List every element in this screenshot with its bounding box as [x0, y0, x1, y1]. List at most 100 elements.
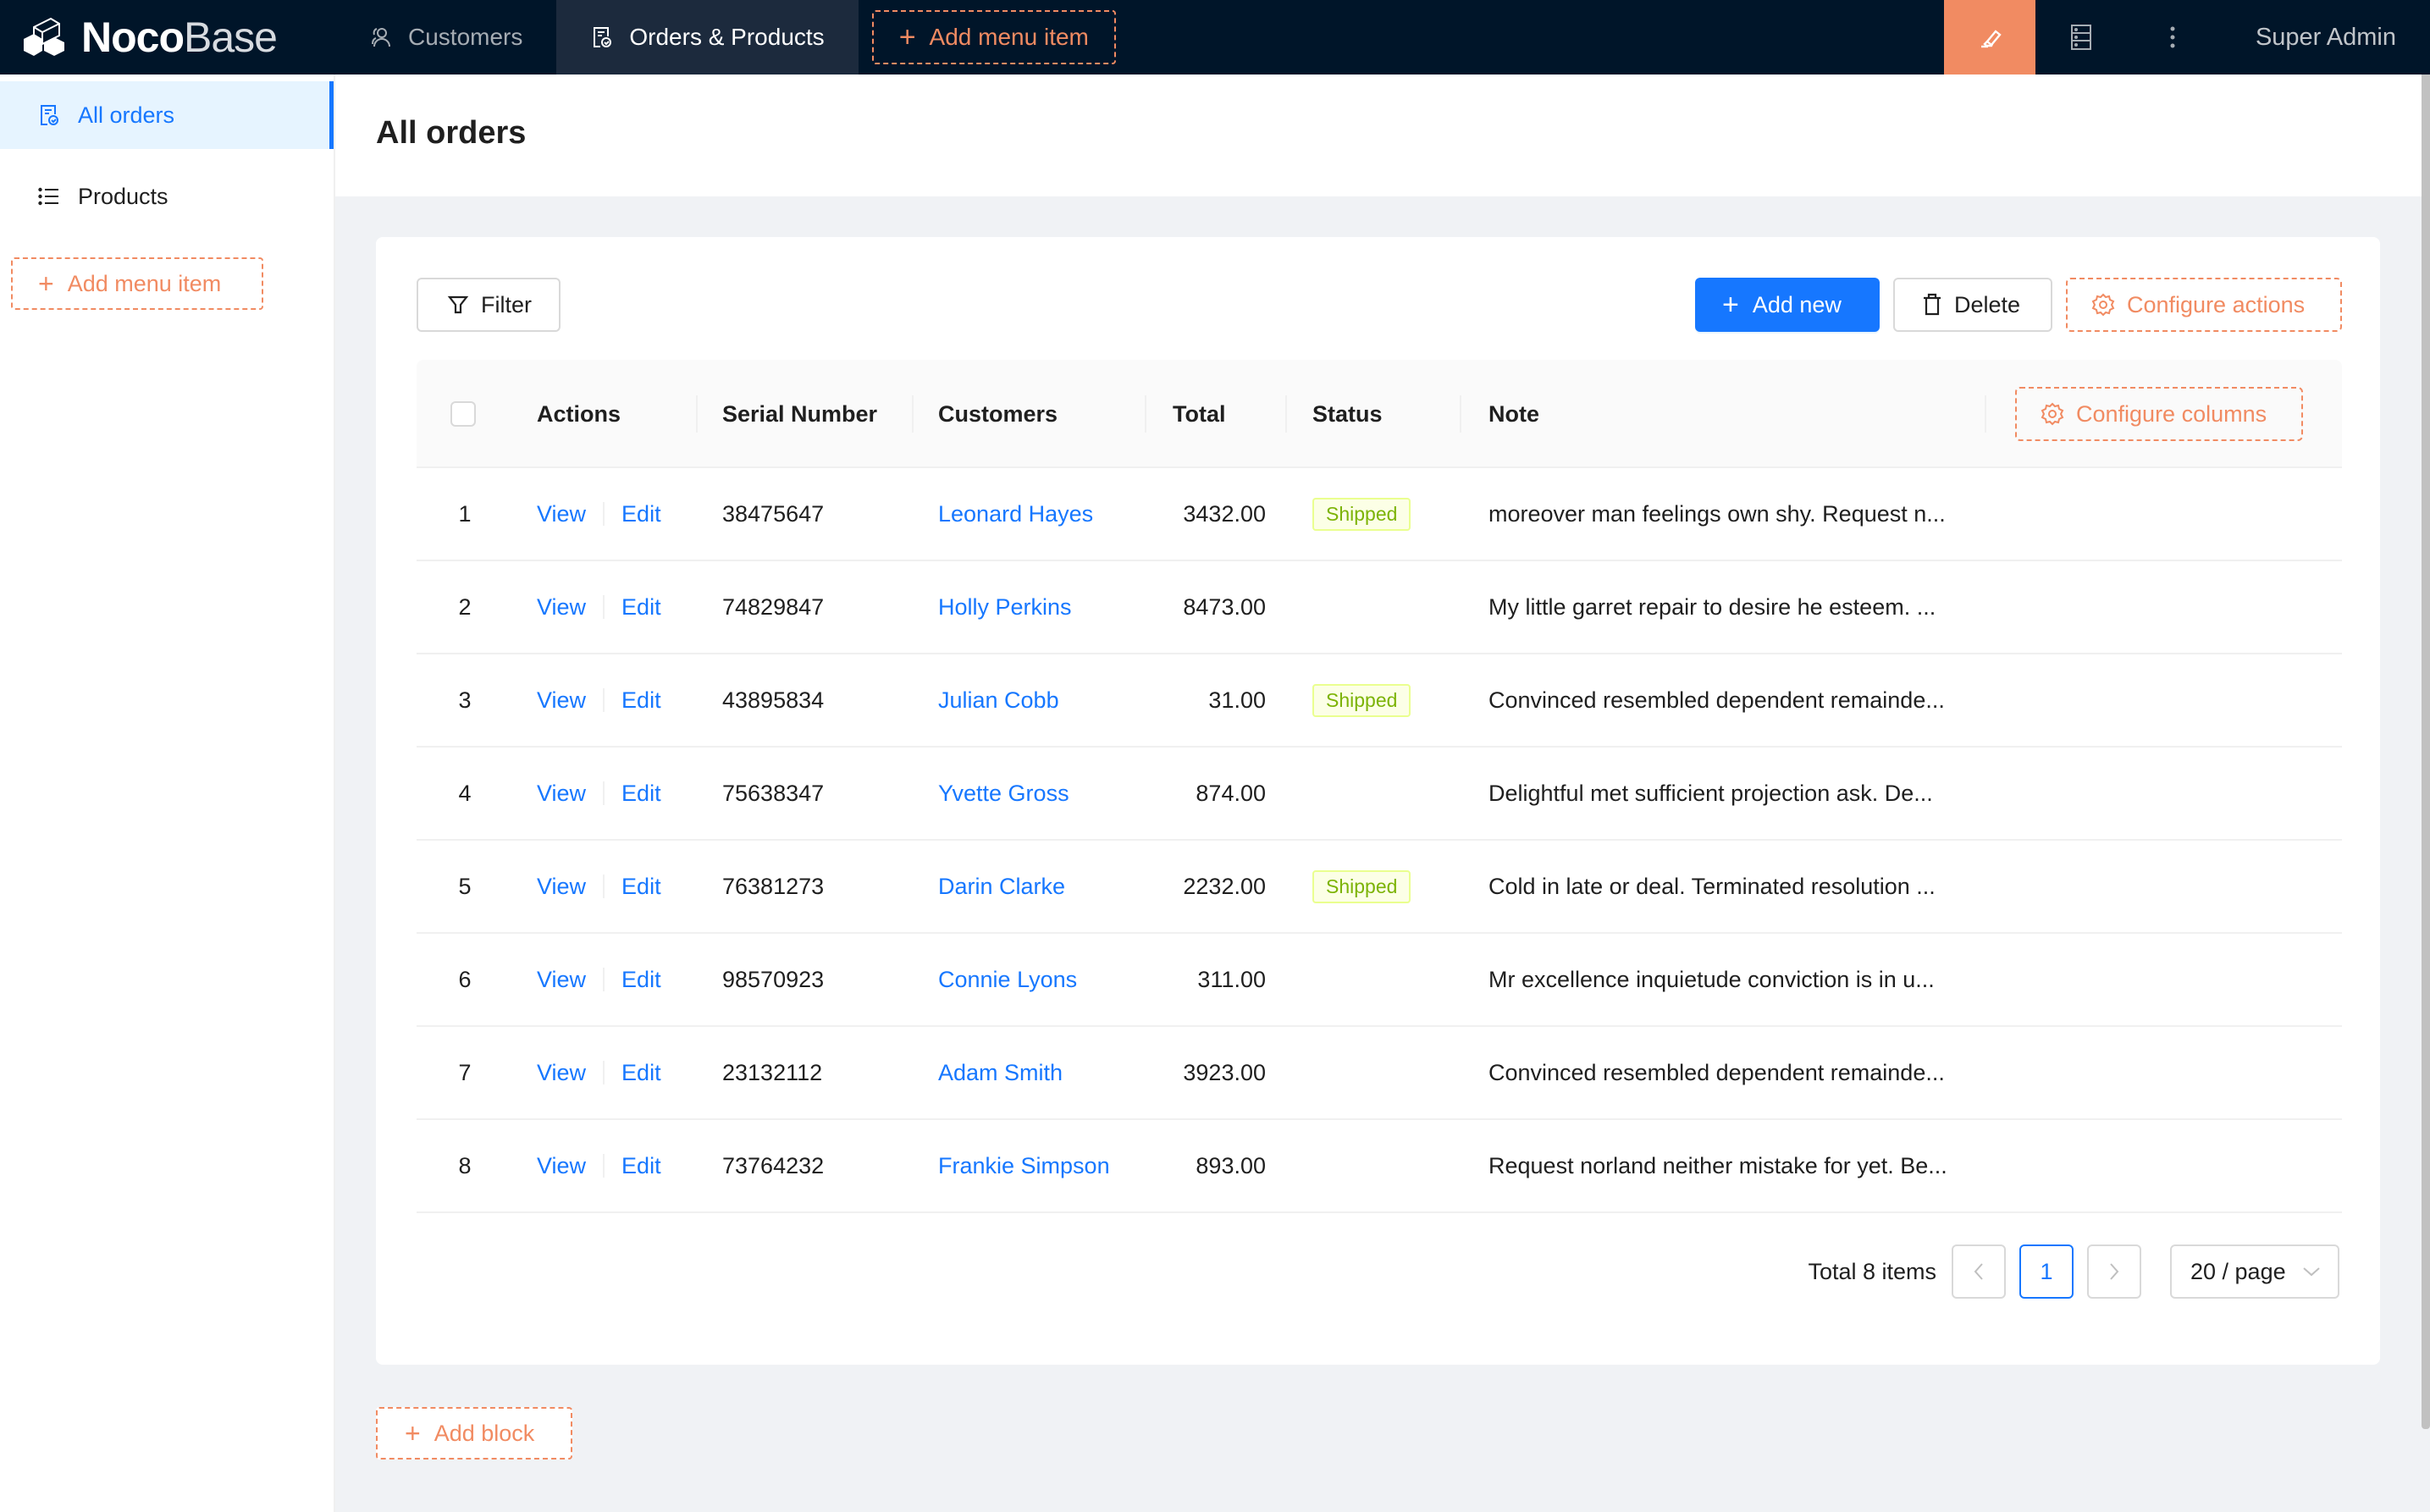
nocobase-logo-icon: [24, 17, 64, 56]
logo[interactable]: Noco Base: [0, 0, 349, 74]
edit-link[interactable]: Edit: [621, 594, 661, 621]
column-divider[interactable]: [1985, 395, 1986, 433]
table-row[interactable]: 5 View Edit 76381273 Darin Clarke 2232.00 Ship…: [417, 841, 2342, 934]
chevron-left-icon: [1974, 1263, 1983, 1280]
row-index[interactable]: 3: [452, 654, 478, 746]
view-link[interactable]: View: [537, 967, 586, 993]
customer-link[interactable]: Frankie Simpson: [938, 1153, 1110, 1179]
row-index[interactable]: 6: [452, 934, 478, 1025]
column-header-serial-number[interactable]: Serial Number: [722, 360, 877, 468]
row-index[interactable]: 8: [452, 1120, 478, 1211]
view-link[interactable]: View: [537, 874, 586, 900]
table-row[interactable]: 4 View Edit 75638347 Yvette Gross 874.00 Delig…: [417, 748, 2342, 841]
add-new-button[interactable]: + Add new: [1695, 278, 1880, 332]
table-row[interactable]: 7 View Edit 23132112 Adam Smith 3923.00 Convin…: [417, 1027, 2342, 1120]
action-divider: [603, 1154, 605, 1178]
delete-button[interactable]: Delete: [1893, 278, 2052, 332]
customer-link[interactable]: Darin Clarke: [938, 874, 1065, 900]
more-button[interactable]: [2127, 0, 2218, 74]
view-link[interactable]: View: [537, 501, 586, 527]
note-cell: Cold in late or deal. Terminated resolut…: [1488, 873, 1936, 899]
edit-link[interactable]: Edit: [621, 1060, 661, 1086]
table-row[interactable]: 8 View Edit 73764232 Frankie Simpson 893.00 Re…: [417, 1120, 2342, 1213]
row-index[interactable]: 1: [452, 468, 478, 560]
edit-link[interactable]: Edit: [621, 1153, 661, 1179]
row-index[interactable]: 4: [452, 748, 478, 839]
customer-link[interactable]: Leonard Hayes: [938, 501, 1093, 527]
edit-link[interactable]: Edit: [621, 687, 661, 714]
view-link[interactable]: View: [537, 687, 586, 714]
table-row[interactable]: 1 View Edit 38475647 Leonard Hayes 3432.00 Shi…: [417, 468, 2342, 561]
vertical-scrollbar[interactable]: [2422, 74, 2430, 1429]
header-right: Super Admin: [1943, 0, 2430, 74]
note-cell: Delightful met sufficient projection ask…: [1488, 780, 1933, 806]
note-cell: Convinced resembled dependent remainde..…: [1488, 687, 1945, 713]
customer-cell: Frankie Simpson: [938, 1120, 1110, 1211]
column-header-customers[interactable]: Customers: [938, 360, 1058, 468]
next-page-button[interactable]: [2087, 1244, 2141, 1299]
sidebar-item-all-orders[interactable]: All orders: [0, 81, 334, 149]
sidebar-item-label: All orders: [78, 102, 175, 128]
total-cell: 874.00: [1196, 780, 1266, 806]
chevron-right-icon: [2110, 1263, 2119, 1280]
column-header-note[interactable]: Note: [1488, 360, 1539, 468]
edit-link[interactable]: Edit: [621, 874, 661, 900]
customer-link[interactable]: Connie Lyons: [938, 967, 1077, 993]
page-size-value: 20 / page: [2190, 1258, 2286, 1284]
select-all-checkbox[interactable]: [450, 401, 476, 427]
row-index[interactable]: 5: [452, 841, 478, 932]
plus-icon: +: [1722, 288, 1739, 321]
table-block: Filter + Add new Delete Configure action…: [376, 237, 2380, 1365]
note-cell: moreover man feelings own shy. Request n…: [1488, 500, 1946, 527]
row-index[interactable]: 7: [452, 1027, 478, 1118]
delete-label: Delete: [1954, 291, 2021, 317]
customer-link[interactable]: Holly Perkins: [938, 594, 1072, 621]
view-link[interactable]: View: [537, 1153, 586, 1179]
row-index[interactable]: 2: [452, 561, 478, 653]
trash-icon: [1922, 293, 1942, 317]
configure-actions-button[interactable]: Configure actions: [2066, 278, 2342, 332]
action-divider: [603, 688, 605, 712]
column-divider[interactable]: [696, 395, 698, 433]
column-divider[interactable]: [1285, 395, 1287, 433]
add-menu-item-top-button[interactable]: + Add menu item: [871, 10, 1116, 64]
edit-link[interactable]: Edit: [621, 501, 661, 527]
page-1-button[interactable]: 1: [2019, 1244, 2074, 1299]
view-link[interactable]: View: [537, 781, 586, 807]
sidebar-item-products[interactable]: Products: [0, 163, 334, 230]
customer-link[interactable]: Julian Cobb: [938, 687, 1059, 714]
configure-columns-button[interactable]: Configure columns: [2015, 387, 2303, 441]
configure-columns-label: Configure columns: [2076, 400, 2267, 427]
note-cell: Convinced resembled dependent remainde..…: [1488, 1059, 1945, 1085]
prev-page-button[interactable]: [1952, 1244, 2006, 1299]
column-header-status[interactable]: Status: [1312, 360, 1383, 468]
column-divider[interactable]: [1145, 395, 1146, 433]
action-divider: [603, 1061, 605, 1084]
user-menu[interactable]: Super Admin: [2218, 24, 2430, 52]
column-divider[interactable]: [1460, 395, 1461, 433]
table-row[interactable]: 2 View Edit 74829847 Holly Perkins 8473.00 My …: [417, 561, 2342, 654]
ui-editor-toggle-button[interactable]: [1943, 0, 2035, 74]
view-link[interactable]: View: [537, 594, 586, 621]
gear-icon: [2091, 293, 2115, 317]
topnav-item-orders-products[interactable]: Orders & Products: [556, 0, 859, 74]
filter-button[interactable]: Filter: [417, 278, 561, 332]
action-divider: [603, 968, 605, 991]
add-menu-item-sidebar-button[interactable]: + Add menu item: [11, 257, 263, 310]
edit-link[interactable]: Edit: [621, 967, 661, 993]
column-header-actions: Actions: [537, 400, 621, 427]
plus-icon: +: [898, 20, 916, 53]
customer-link[interactable]: Yvette Gross: [938, 781, 1069, 807]
column-header-total[interactable]: Total: [1173, 360, 1226, 468]
view-link[interactable]: View: [537, 1060, 586, 1086]
topnav-item-customers[interactable]: Customers: [349, 0, 556, 74]
table-row[interactable]: 3 View Edit 43895834 Julian Cobb 31.00 Shipped…: [417, 654, 2342, 748]
edit-link[interactable]: Edit: [621, 781, 661, 807]
collections-button[interactable]: [2035, 0, 2127, 74]
customer-link[interactable]: Adam Smith: [938, 1060, 1063, 1086]
page-size-select[interactable]: 20 / page: [2170, 1244, 2339, 1299]
column-divider[interactable]: [912, 395, 914, 433]
table-row[interactable]: 6 View Edit 98570923 Connie Lyons 311.00 Mr ex…: [417, 934, 2342, 1027]
add-block-button[interactable]: + Add block: [376, 1407, 572, 1460]
action-divider: [603, 595, 605, 619]
